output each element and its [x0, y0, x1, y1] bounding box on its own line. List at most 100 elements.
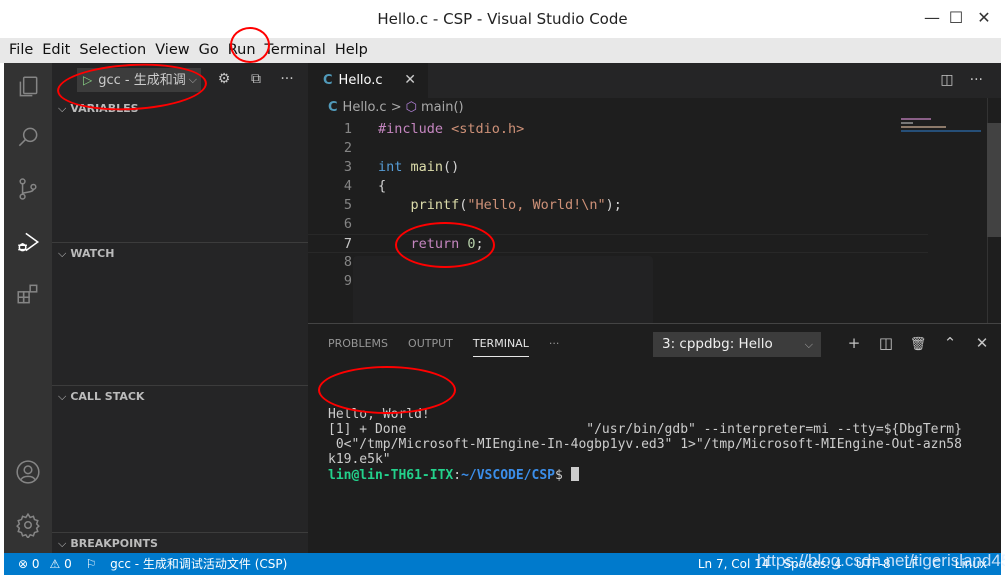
line-number: 5 [343, 197, 352, 213]
code-text: { [378, 177, 386, 196]
tab-hello-c[interactable]: C Hello.c ✕ [308, 63, 428, 98]
editor-scrollbar[interactable] [987, 98, 1001, 323]
line-number: 3 [343, 159, 352, 175]
menu-help[interactable]: Help [335, 38, 368, 63]
terminal-line: [1] + Done "/usr/bin/gdb" --interpreter=… [328, 422, 962, 437]
prompt-sep: : [453, 468, 462, 483]
section-variables[interactable]: ⌵ VARIABLES [52, 98, 308, 120]
code-line[interactable]: 2 [308, 139, 928, 158]
breadcrumb: C Hello.c > ⬡ main() [328, 100, 464, 115]
code-line[interactable]: 1 #include <stdio.h> [308, 120, 928, 139]
code-text: int main() [378, 158, 459, 177]
code-token: () [443, 159, 460, 175]
code-token: #include [378, 121, 452, 137]
source-control-icon[interactable] [4, 165, 52, 213]
chevron-down-icon: ⌵ [58, 390, 67, 403]
explorer-icon[interactable] [4, 63, 52, 111]
start-debugging-icon[interactable]: ▷ [83, 73, 92, 87]
section-call-stack[interactable]: ⌵ CALL STACK [52, 385, 308, 407]
maximize-panel-icon[interactable]: ⌃ [934, 334, 966, 352]
terminal-select[interactable]: 3: cppdbg: Hello ⌵ [653, 332, 821, 357]
tab-problems[interactable]: PROBLEMS [328, 332, 388, 356]
code-line[interactable]: 7 return 0; [308, 234, 928, 253]
scrollbar-thumb[interactable] [987, 123, 1001, 237]
manage-gear-icon[interactable] [4, 501, 52, 549]
problems-warnings[interactable]: ⚠ 0 [50, 557, 72, 571]
menu-bar: File Edit Selection View Go Run Terminal Help [0, 38, 1001, 63]
menu-selection[interactable]: Selection [79, 38, 146, 63]
code-token: main [410, 159, 444, 175]
section-watch[interactable]: ⌵ WATCH [52, 242, 308, 264]
tab-output[interactable]: OUTPUT [408, 332, 453, 356]
accounts-icon[interactable] [4, 448, 52, 496]
split-terminal-icon[interactable]: ◫ [870, 334, 902, 352]
close-window-button[interactable]: ✕ [974, 8, 994, 27]
breadcrumb-separator: > [390, 100, 402, 115]
terminal-line: Hello, World! [328, 407, 430, 422]
terminal-output[interactable]: Hello, World! [1] + Done "/usr/bin/gdb" -… [328, 392, 988, 483]
new-terminal-icon[interactable]: + [838, 334, 870, 352]
code-line[interactable]: 6 [308, 215, 928, 234]
debug-target[interactable]: ⚐ gcc - 生成和调试活动文件 (CSP) [86, 557, 298, 571]
chevron-down-icon: ⌵ [188, 73, 197, 86]
editor-tabs: C Hello.c ✕ ◫ ··· [308, 63, 1001, 98]
code-token: <stdio.h> [451, 121, 525, 137]
menu-run[interactable]: Run [228, 38, 256, 63]
panel-actions: + ◫ 🗑 ⌃ ✕ [838, 334, 998, 352]
menu-edit[interactable]: Edit [42, 38, 70, 63]
more-actions-icon[interactable]: ··· [277, 71, 297, 87]
code-line[interactable]: 5 printf("Hello, World!\n"); [308, 196, 928, 215]
chevron-down-icon: ⌵ [58, 247, 67, 260]
breadcrumb-file[interactable]: Hello.c [343, 100, 387, 115]
faded-notification [353, 256, 653, 326]
line-number: 6 [343, 216, 352, 232]
line-number: 2 [343, 140, 352, 156]
c-file-icon: C [328, 100, 338, 115]
run-debug-icon[interactable] [0, 218, 52, 266]
debug-config-select[interactable]: ▷ gcc - 生成和调 ⌵ [77, 68, 201, 92]
section-breakpoints[interactable]: ⌵ BREAKPOINTS [52, 532, 308, 554]
close-panel-icon[interactable]: ✕ [966, 334, 998, 352]
terminal-prompt[interactable]: lin@lin-TH61-ITX:~/VSCODE/CSP$ [328, 467, 988, 483]
extensions-icon[interactable] [4, 270, 52, 318]
kill-terminal-icon[interactable]: 🗑 [902, 337, 934, 352]
prompt-user: lin@lin-TH61-ITX [328, 468, 454, 483]
code-line[interactable]: 4{ [308, 177, 928, 196]
prompt-symbol: $ [554, 468, 571, 483]
prompt-path: ~/VSCODE/CSP [461, 468, 555, 483]
minimize-button[interactable]: — [922, 8, 942, 27]
code-token: int [378, 159, 411, 175]
open-launch-json-gear-icon[interactable]: ⚙ [214, 71, 234, 87]
tab-terminal[interactable]: TERMINAL [472, 332, 529, 357]
panel-more-icon[interactable]: ··· [549, 332, 560, 356]
code-token: { [378, 178, 387, 194]
code-token: printf [378, 197, 460, 213]
problems-errors[interactable]: ⊗ 0 [18, 557, 40, 571]
line-number: 1 [343, 121, 352, 137]
split-editor-icon[interactable]: ◫ [940, 72, 953, 88]
search-icon[interactable] [4, 113, 52, 161]
line-number: 9 [343, 273, 352, 289]
bottom-panel: PROBLEMS OUTPUT TERMINAL ··· 3: cppdbg: Hel… [308, 323, 1001, 553]
debug-toolbar: ▷ gcc - 生成和调 ⌵ ⚙ ⧉ ··· [52, 63, 308, 98]
menu-view[interactable]: View [155, 38, 189, 63]
line-number: 8 [343, 254, 352, 270]
code-token: return [378, 236, 468, 252]
menu-terminal[interactable]: Terminal [265, 38, 326, 63]
terminal-line: k19.e5k" [328, 452, 391, 467]
breadcrumb-symbol[interactable]: main() [421, 100, 464, 115]
code-line[interactable]: 3 int main() [308, 158, 928, 177]
watermark: https://blog.csdn.net/tigerisland45 [757, 551, 1005, 570]
menu-go[interactable]: Go [199, 38, 219, 63]
close-tab-icon[interactable]: ✕ [404, 63, 416, 98]
editor-actions: ◫ ··· [924, 72, 983, 88]
debug-console-icon[interactable]: ⧉ [246, 71, 266, 87]
minimap[interactable] [901, 118, 981, 138]
maximize-button[interactable]: ☐ [946, 8, 966, 27]
chevron-down-icon: ⌵ [804, 338, 813, 351]
debug-icon: ⚐ [85, 557, 97, 571]
menu-file[interactable]: File [9, 38, 33, 63]
more-actions-icon[interactable]: ··· [970, 72, 983, 88]
title-bar: Hello.c - CSP - Visual Studio Code — ☐ ✕ [0, 0, 1005, 38]
chevron-down-icon: ⌵ [58, 537, 67, 550]
